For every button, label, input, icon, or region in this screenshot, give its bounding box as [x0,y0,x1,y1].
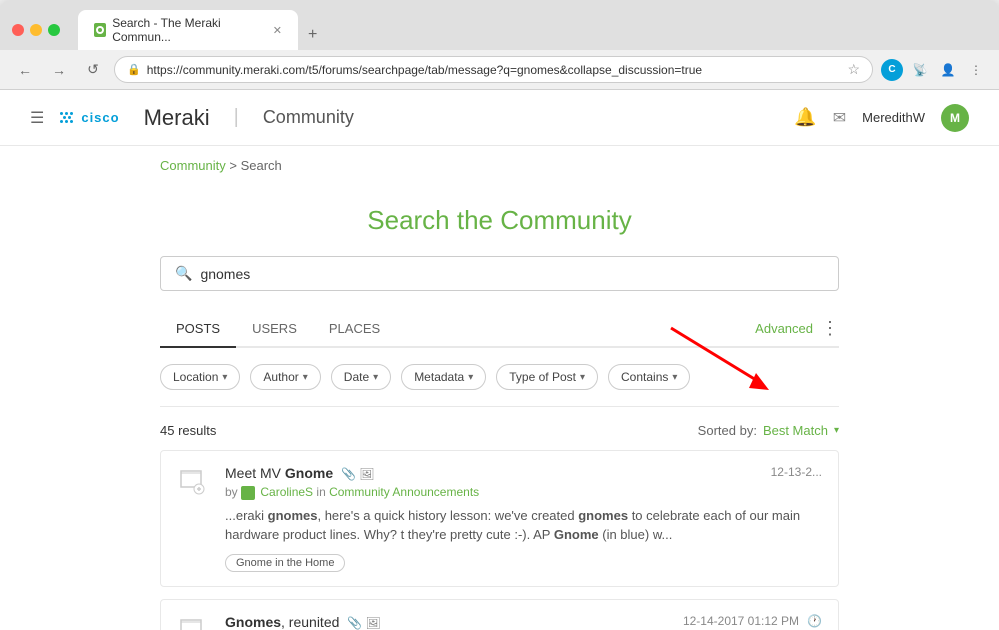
meraki-brand: Meraki [144,105,210,131]
result-title-row: Gnomes, reunited 📎 🖼 12-14-2017 01:12 PM… [225,614,822,630]
breadcrumb-community-link[interactable]: Community [160,158,226,173]
result-date: 12-14-2017 01:12 PM [683,614,799,628]
type-of-post-filter[interactable]: Type of Post ▾ [496,364,598,390]
result-meta: by CarolineS in Community Announcements [225,485,822,500]
browser-menu-icon[interactable]: ⋮ [965,59,987,81]
cisco-logo: cisco [60,110,119,125]
search-section: Search the Community 🔍 POSTS USERS PLACE… [0,185,999,630]
star-icon[interactable]: ☆ [847,61,860,78]
nav-right: 🔔 ✉ MeredithW M [794,104,969,132]
tab-title: Search - The Meraki Commun... [112,16,261,44]
result-date: 12-13-2... [771,465,822,479]
result-body: Gnomes, reunited 📎 🖼 12-14-2017 01:12 PM… [225,614,822,630]
results-count: 45 results [160,423,216,438]
extensions-icon[interactable]: C [881,59,903,81]
new-tab-button[interactable]: + [298,20,327,50]
author-filter[interactable]: Author ▾ [250,364,320,390]
toolbar-icons: C 📡 👤 ⋮ [881,59,987,81]
account-icon[interactable]: 👤 [937,59,959,81]
maximize-window-button[interactable] [48,24,60,36]
sort-controls: Sorted by: Best Match ▾ [698,423,839,438]
community-brand-label: Community [263,107,354,128]
nav-left: ☰ [30,105,354,131]
result-excerpt: ...eraki gnomes, here's a quick history … [225,506,822,545]
search-box: 🔍 [160,256,839,291]
sort-label: Sorted by: [698,423,757,438]
tab-close-button[interactable]: ✕ [273,24,282,37]
result-title-row: Meet MV Gnome 📎 🖼 12-13-2... [225,465,822,481]
url-text: https://community.meraki.com/t5/forums/s… [147,63,842,77]
tab-favicon [94,23,106,37]
breadcrumb-current: Search [241,158,282,173]
traffic-lights [12,24,60,36]
tag-pill[interactable]: Gnome in the Home [225,554,345,572]
sort-dropdown-arrow[interactable]: ▾ [834,425,839,436]
forward-button[interactable]: → [46,57,72,83]
title-highlight: Gnomes [225,614,281,630]
back-button[interactable]: ← [12,57,38,83]
page-content: ☰ [0,90,999,630]
bell-icon[interactable]: 🔔 [794,107,816,128]
author-link[interactable]: CarolineS [260,485,313,499]
search-icon: 🔍 [175,265,192,282]
post-icon [177,614,213,630]
breadcrumb-separator: > [229,158,237,173]
more-options-icon[interactable]: ⋮ [821,318,839,339]
result-item: Meet MV Gnome 📎 🖼 12-13-2... by Caroline… [160,450,839,587]
site-nav: ☰ [0,90,999,146]
search-input[interactable] [200,266,824,282]
date-filter-arrow: ▾ [373,372,378,383]
location-filter-arrow: ▾ [222,372,227,383]
filter-row: Location ▾ Author ▾ Date ▾ Metadata ▾ Ty… [160,364,839,407]
result-body: Meet MV Gnome 📎 🖼 12-13-2... by Caroline… [225,465,822,572]
tab-posts[interactable]: POSTS [160,311,236,348]
refresh-button[interactable]: ↺ [80,57,106,83]
username[interactable]: MeredithW [862,110,925,125]
browser-titlebar: Search - The Meraki Commun... ✕ + [0,0,999,50]
author-filter-arrow: ▾ [303,372,308,383]
tab-bar: Search - The Meraki Commun... ✕ + [78,10,327,50]
metadata-filter-arrow: ▾ [468,372,473,383]
advanced-link[interactable]: Advanced [755,321,813,336]
brand-divider: | [234,106,239,129]
result-title: Gnomes, reunited 📎 🖼 [225,614,381,630]
breadcrumb: Community > Search [0,146,999,185]
lock-icon: 🔒 [127,63,141,76]
tab-users[interactable]: USERS [236,311,313,348]
avatar[interactable]: M [941,104,969,132]
title-highlight: Gnome [285,465,333,481]
hamburger-icon[interactable]: ☰ [30,108,44,128]
cast-icon[interactable]: 📡 [909,59,931,81]
close-window-button[interactable] [12,24,24,36]
tab-places[interactable]: PLACES [313,311,396,348]
envelope-icon[interactable]: ✉ [833,108,846,128]
location-link[interactable]: Community Announcements [329,485,479,499]
address-bar[interactable]: 🔒 https://community.meraki.com/t5/forums… [114,56,873,83]
type-of-post-filter-arrow: ▾ [580,372,585,383]
sort-value-button[interactable]: Best Match [763,423,828,438]
active-tab[interactable]: Search - The Meraki Commun... ✕ [78,10,298,50]
page-title: Search the Community [160,205,839,236]
contains-filter-arrow: ▾ [672,372,677,383]
results-header: 45 results Sorted by: Best Match ▾ [160,423,839,438]
result-tabs: POSTS USERS PLACES Advanced ⋮ [160,311,839,348]
result-title: Meet MV Gnome 📎 🖼 [225,465,375,481]
metadata-filter[interactable]: Metadata ▾ [401,364,486,390]
contains-filter[interactable]: Contains ▾ [608,364,690,390]
minimize-window-button[interactable] [30,24,42,36]
result-tags: Gnome in the Home [225,553,822,572]
date-filter[interactable]: Date ▾ [331,364,391,390]
result-item: Gnomes, reunited 📎 🖼 12-14-2017 01:12 PM… [160,599,839,630]
post-icon [177,465,213,501]
clock-icon: 🕐 [807,614,822,628]
browser-toolbar: ← → ↺ 🔒 https://community.meraki.com/t5/… [0,50,999,90]
location-filter[interactable]: Location ▾ [160,364,240,390]
